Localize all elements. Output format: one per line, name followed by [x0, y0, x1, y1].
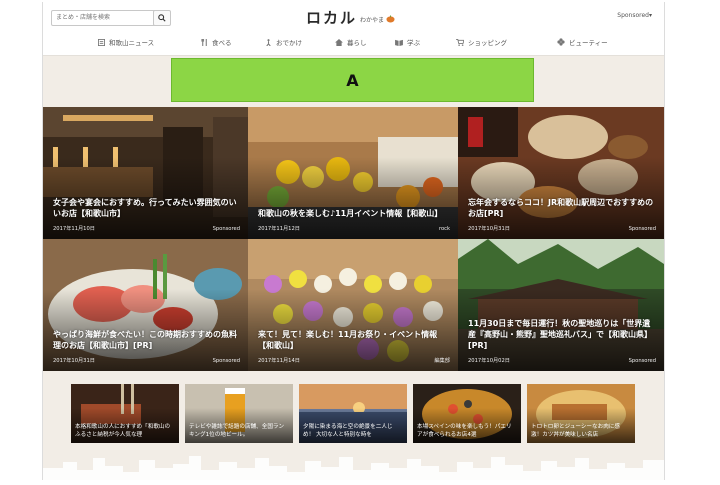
shopping-cart-icon: [456, 38, 464, 46]
page: ロカル わかやま Sponsored▾ 和歌山ニュース 食べる おでかけ: [42, 2, 665, 480]
article-author: Sponsored: [212, 226, 240, 232]
fork-knife-icon: [201, 38, 207, 46]
article-date: 2017年11月14日: [258, 358, 300, 364]
article-date: 2017年10月31日: [53, 358, 95, 364]
search-icon: [158, 14, 166, 22]
nav-item-beauty[interactable]: ビューティー: [557, 36, 608, 48]
nav-item-news[interactable]: 和歌山ニュース: [98, 36, 154, 48]
mini-article-card[interactable]: 本場スペインの味を楽しもう！パエリアが食べられるお店4選: [413, 384, 521, 443]
article-author: rock: [438, 226, 450, 232]
sponsored-dropdown[interactable]: Sponsored▾: [617, 12, 652, 19]
search-button[interactable]: [153, 10, 171, 26]
logo-text: ロカル: [306, 8, 358, 27]
ad-banner-label: A: [346, 70, 359, 90]
nav-item-living[interactable]: 暮らし: [335, 36, 367, 48]
nav-label: 和歌山ニュース: [109, 39, 155, 47]
flower-icon: [557, 38, 565, 46]
nav-item-learn[interactable]: 学ぶ: [395, 36, 420, 48]
mini-article-title: 夕陽に染まる海と空の絶景を二人じめ！ 大切な人と特別な時を: [303, 424, 393, 438]
book-icon: [395, 39, 403, 46]
article-card[interactable]: 和歌山の秋を楽しむ♪11月イベント情報【和歌山】 2017年11月12日 roc…: [248, 107, 458, 239]
person-walking-icon: [266, 38, 271, 46]
site-logo[interactable]: ロカル わかやま: [306, 6, 395, 28]
article-author: 編集部: [434, 358, 450, 364]
article-title: 和歌山の秋を楽しむ♪11月イベント情報【和歌山】: [258, 209, 443, 218]
mini-article-card[interactable]: トロトロ卵とジューシーなお肉に感激！カツ丼が美味しい名店: [527, 384, 635, 443]
article-card[interactable]: 忘年会するならココ！JR和歌山駅周辺でおすすめのお店[PR] 2017年10月3…: [458, 107, 664, 239]
mini-article-card[interactable]: 夕陽に染まる海と空の絶景を二人じめ！ 大切な人と特別な時を: [299, 384, 407, 443]
mini-article-title: 本格和歌山の人におすすめ「和歌山のふるさと納税が今人気な理: [75, 424, 171, 438]
nav-label: ショッピング: [468, 39, 507, 47]
site-header: ロカル わかやま Sponsored▾ 和歌山ニュース 食べる おでかけ: [43, 2, 664, 56]
article-card[interactable]: やっぱり海鮮が食べたい！この時期おすすめの魚料理のお店【和歌山市】[PR] 20…: [43, 239, 248, 371]
article-title: やっぱり海鮮が食べたい！この時期おすすめの魚料理のお店【和歌山市】[PR]: [53, 330, 237, 350]
nav-label: おでかけ: [276, 39, 302, 47]
ad-banner[interactable]: A: [171, 58, 534, 102]
article-title: 女子会や宴会におすすめ。行ってみたい雰囲気のいいお店【和歌山市】: [53, 198, 237, 218]
nav-item-eat[interactable]: 食べる: [201, 36, 232, 48]
article-author: Sponsored: [628, 226, 656, 232]
article-card[interactable]: 来て！見て！楽しむ！11月お祭り・イベント情報【和歌山】 2017年11月14日…: [248, 239, 458, 371]
logo-region: わかやま: [360, 16, 385, 24]
house-icon: [335, 38, 343, 46]
mini-article-title: 本場スペインの味を楽しもう！パエリアが食べられるお店4選: [417, 424, 512, 438]
nav-item-shopping[interactable]: ショッピング: [456, 36, 507, 48]
article-date: 2017年10月02日: [468, 358, 510, 364]
city-skyline-decoration: [43, 456, 664, 480]
mini-article-card[interactable]: 本格和歌山の人におすすめ「和歌山のふるさと納税が今人気な理: [71, 384, 179, 443]
article-card[interactable]: 11月30日まで毎日運行！秋の聖地巡りは「世界遺産『高野山・熊野』聖地巡礼バス」…: [458, 239, 664, 371]
category-nav: 和歌山ニュース 食べる おでかけ 暮らし 学ぶ ショッピング ビューティー: [43, 33, 664, 51]
mini-article-title: テレビや雑誌で話題の店舗、全国ランキング1位の地ビール。: [189, 424, 285, 438]
search-input[interactable]: [51, 10, 159, 26]
nav-label: 学ぶ: [407, 39, 420, 47]
article-date: 2017年11月10日: [53, 226, 95, 232]
article-date: 2017年10月31日: [468, 226, 510, 232]
nav-label: 食べる: [212, 39, 232, 47]
article-card[interactable]: 女子会や宴会におすすめ。行ってみたい雰囲気のいいお店【和歌山市】 2017年11…: [43, 107, 248, 239]
article-title: 忘年会するならココ！JR和歌山駅周辺でおすすめのお店[PR]: [468, 198, 654, 218]
article-date: 2017年11月12日: [258, 226, 300, 232]
nav-item-outing[interactable]: おでかけ: [265, 36, 302, 48]
mini-article-card[interactable]: テレビや雑誌で話題の店舗、全国ランキング1位の地ビール。: [185, 384, 293, 443]
leaf-icon: [386, 14, 395, 23]
article-title: 11月30日まで毎日運行！秋の聖地巡りは「世界遺産『高野山・熊野』聖地巡礼バス」…: [468, 319, 652, 350]
article-title: 来て！見て！楽しむ！11月お祭り・イベント情報【和歌山】: [258, 330, 438, 350]
article-author: Sponsored: [628, 358, 656, 364]
mini-article-title: トロトロ卵とジューシーなお肉に感激！カツ丼が美味しい名店: [531, 424, 620, 438]
nav-label: ビューティー: [569, 39, 608, 47]
newspaper-icon: [98, 38, 105, 46]
nav-label: 暮らし: [347, 39, 367, 47]
article-author: Sponsored: [212, 358, 240, 364]
